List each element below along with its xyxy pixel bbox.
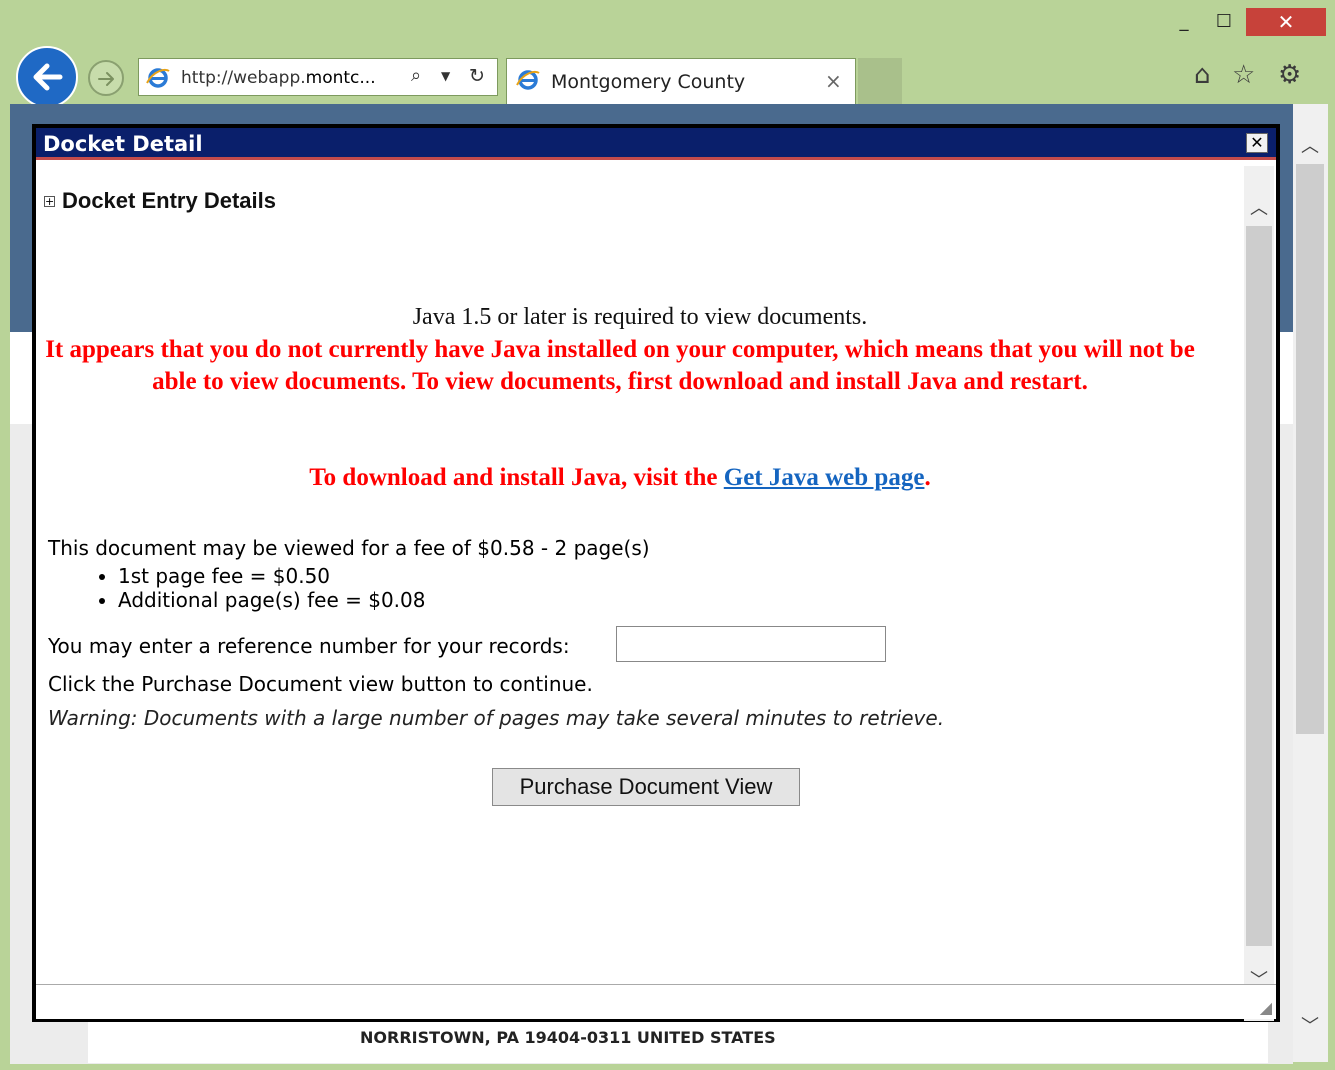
ie-logo-icon — [516, 70, 540, 90]
browser-chrome: _ ☐ ✕ http://webapp.montc... ⌕ ▼ ↻ Montg… — [0, 0, 1335, 108]
window-close-button[interactable]: ✕ — [1246, 8, 1326, 36]
refresh-icon[interactable]: ↻ — [469, 65, 485, 87]
back-button[interactable] — [16, 46, 78, 108]
forward-button[interactable] — [88, 60, 124, 96]
background-address-text: NORRISTOWN, PA 19404-0311 UNITED STATES — [360, 1028, 776, 1047]
scroll-up-icon[interactable]: ︿ — [1301, 132, 1319, 158]
scroll-down-icon[interactable]: ﹀ — [1301, 1012, 1319, 1038]
dialog-body: + Docket Entry Details Java 1.5 or later… — [40, 166, 1240, 1021]
dialog-title: Docket Detail — [43, 132, 203, 156]
resize-grip-icon[interactable]: ◢ — [1260, 998, 1272, 1017]
list-item: Additional page(s) fee = $0.08 — [118, 588, 425, 612]
favorites-star-icon[interactable]: ☆ — [1232, 60, 1255, 90]
dialog-scrollbar[interactable]: ︿ ﹀ — [1244, 166, 1274, 1021]
new-tab-button[interactable] — [858, 58, 902, 104]
fee-summary: This document may be viewed for a fee of… — [48, 536, 650, 560]
home-icon[interactable]: ⌂ — [1194, 60, 1211, 90]
section-title: Docket Entry Details — [62, 188, 276, 213]
dialog-title-bar[interactable]: Docket Detail ✕ — [36, 128, 1276, 160]
page-scroll-thumb[interactable] — [1296, 164, 1324, 734]
dialog-scroll-thumb[interactable] — [1246, 226, 1272, 946]
forward-arrow-icon — [98, 72, 114, 86]
click-instruction: Click the Purchase Document view button … — [48, 672, 593, 696]
back-arrow-icon — [33, 63, 63, 91]
retrieval-warning: Warning: Documents with a large number o… — [48, 706, 945, 730]
tab-title: Montgomery County — [551, 71, 746, 93]
minimize-button[interactable]: _ — [1164, 8, 1204, 36]
scroll-up-icon[interactable]: ︿ — [1250, 194, 1268, 220]
page-scrollbar[interactable]: ︿ ﹀ — [1293, 104, 1328, 1062]
fee-list: 1st page fee = $0.50 Additional page(s) … — [90, 564, 425, 612]
dropdown-icon[interactable]: ▼ — [441, 69, 450, 83]
address-url[interactable]: http://webapp.montc... — [181, 68, 376, 88]
settings-gear-icon[interactable]: ⚙ — [1278, 60, 1301, 90]
tab-montgomery-county[interactable]: Montgomery County × — [506, 58, 856, 104]
search-icon[interactable]: ⌕ — [411, 65, 421, 86]
reference-number-input[interactable] — [616, 626, 886, 662]
docket-detail-dialog: Docket Detail ✕ + Docket Entry Details J… — [32, 124, 1280, 1022]
address-bar[interactable]: http://webapp.montc... ⌕ ▼ ↻ — [138, 58, 498, 96]
expand-plus-icon[interactable]: + — [44, 196, 55, 207]
java-download-line: To download and install Java, visit the … — [309, 464, 931, 491]
reference-label: You may enter a reference number for you… — [48, 634, 570, 658]
maximize-button[interactable]: ☐ — [1204, 8, 1244, 36]
java-warning-text: It appears that you do not currently hav… — [45, 336, 1195, 395]
ie-logo-icon — [146, 68, 170, 88]
dialog-close-button[interactable]: ✕ — [1246, 133, 1268, 153]
tab-close-icon[interactable]: × — [825, 69, 842, 93]
dialog-status-bar: ◢ — [36, 984, 1276, 1019]
get-java-link[interactable]: Get Java web page — [724, 464, 925, 491]
purchase-document-view-button[interactable]: Purchase Document View — [492, 768, 800, 806]
java-required-text: Java 1.5 or later is required to view do… — [412, 304, 868, 330]
list-item: 1st page fee = $0.50 — [118, 564, 425, 588]
